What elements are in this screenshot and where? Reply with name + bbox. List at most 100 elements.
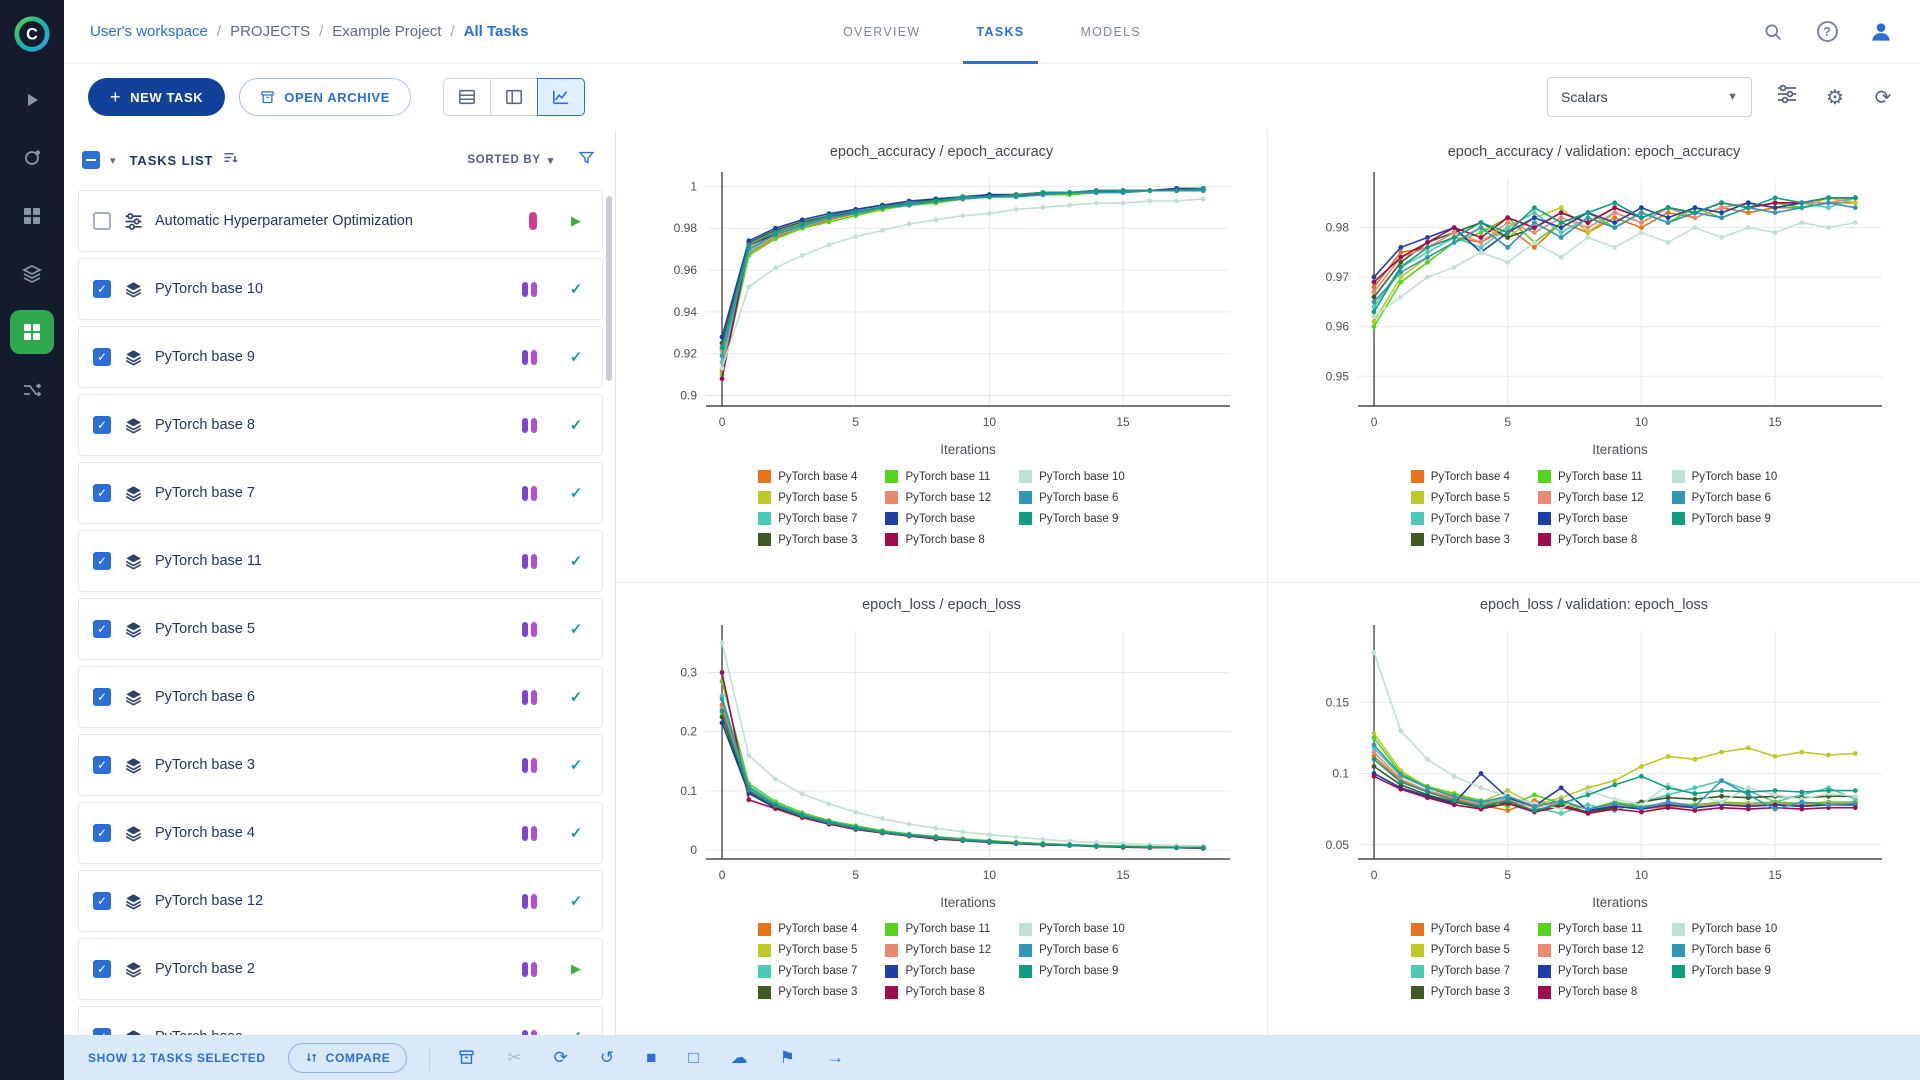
- chart-plot[interactable]: 0 5 10 15 0.05 0.1 0.15 Iterations: [1294, 615, 1894, 915]
- legend-item[interactable]: PyTorch base 12: [885, 487, 991, 508]
- user-avatar[interactable]: [1868, 19, 1894, 45]
- task-checkbox[interactable]: ✓: [93, 620, 111, 638]
- legend-item[interactable]: PyTorch base 12: [885, 940, 991, 961]
- legend-item[interactable]: PyTorch base 5: [758, 487, 857, 508]
- legend-item[interactable]: PyTorch base 12: [1537, 940, 1644, 961]
- chart-view-button[interactable]: [536, 78, 585, 116]
- select-all-caret-icon[interactable]: ▾: [110, 154, 116, 167]
- task-name[interactable]: PyTorch base 4: [155, 825, 509, 841]
- legend-item[interactable]: PyTorch base 9: [1019, 961, 1125, 982]
- legend-item[interactable]: PyTorch base 3: [758, 982, 857, 1003]
- legend-item[interactable]: PyTorch base 3: [1410, 529, 1510, 550]
- task-checkbox[interactable]: ✓: [93, 280, 111, 298]
- legend-item[interactable]: PyTorch base 4: [1410, 466, 1510, 487]
- legend-item[interactable]: PyTorch base 5: [1410, 487, 1510, 508]
- task-name[interactable]: PyTorch base 9: [155, 349, 509, 365]
- legend-item[interactable]: PyTorch base: [885, 961, 991, 982]
- task-checkbox[interactable]: ✓: [93, 824, 111, 842]
- open-archive-button[interactable]: OPEN ARCHIVE: [239, 78, 411, 116]
- tab-overview[interactable]: OVERVIEW: [815, 0, 949, 64]
- legend-item[interactable]: PyTorch base 11: [885, 466, 991, 487]
- legend-item[interactable]: PyTorch base 3: [1410, 982, 1510, 1003]
- task-row[interactable]: ✓ PyTorch base 11 ✓: [78, 530, 603, 592]
- breadcrumb-projects[interactable]: PROJECTS: [230, 23, 310, 40]
- abort-all-children-icon[interactable]: □: [688, 1048, 698, 1068]
- tags-icon[interactable]: ⚑: [780, 1048, 795, 1068]
- task-row[interactable]: ✓ PyTorch base 5 ✓: [78, 598, 603, 660]
- settings-gear-icon[interactable]: ⚙: [1822, 85, 1848, 110]
- task-name[interactable]: PyTorch base 8: [155, 417, 509, 433]
- task-row[interactable]: ✓ PyTorch base 3 ✓: [78, 734, 603, 796]
- task-checkbox[interactable]: ✓: [93, 960, 111, 978]
- legend-item[interactable]: PyTorch base: [885, 508, 991, 529]
- table-view-button[interactable]: [442, 78, 491, 116]
- compare-button[interactable]: COMPARE: [287, 1042, 408, 1073]
- legend-item[interactable]: PyTorch base 5: [758, 940, 857, 961]
- scrollbar-thumb[interactable]: [606, 196, 612, 381]
- breadcrumb-all-tasks[interactable]: All Tasks: [464, 23, 529, 40]
- legend-item[interactable]: PyTorch base 8: [1537, 982, 1644, 1003]
- task-row[interactable]: ✓PyTorch base✓: [78, 1006, 603, 1035]
- plot-settings-icon[interactable]: [1774, 84, 1800, 110]
- nav-datasets-icon[interactable]: [10, 194, 54, 238]
- task-name[interactable]: PyTorch base 7: [155, 485, 509, 501]
- task-row[interactable]: ✓ PyTorch base 6 ✓: [78, 666, 603, 728]
- task-name[interactable]: PyTorch base 6: [155, 689, 509, 705]
- task-name[interactable]: PyTorch base 11: [155, 553, 509, 569]
- legend-item[interactable]: PyTorch base 9: [1671, 961, 1778, 982]
- chart-plot[interactable]: 0 5 10 15 0.9 0.92 0.94 0.96 0.98 1 Iterations: [642, 162, 1242, 462]
- legend-item[interactable]: PyTorch base 8: [1537, 529, 1644, 550]
- legend-item[interactable]: PyTorch base 11: [885, 919, 991, 940]
- nav-pipelines-icon[interactable]: [10, 252, 54, 296]
- breadcrumb-project[interactable]: Example Project: [332, 23, 441, 40]
- legend-item[interactable]: PyTorch base 6: [1671, 940, 1778, 961]
- legend-item[interactable]: PyTorch base 10: [1019, 466, 1125, 487]
- task-row[interactable]: ✓ PyTorch base 10 ✓: [78, 258, 603, 320]
- task-row[interactable]: ✓ PyTorch base 2 ▶: [78, 938, 603, 1000]
- search-icon[interactable]: [1760, 19, 1786, 45]
- tasks-selected-button[interactable]: SHOW 12 TASKS SELECTED: [88, 1051, 266, 1065]
- task-checkbox[interactable]: ✓: [93, 416, 111, 434]
- task-name[interactable]: PyTorch base 2: [155, 961, 509, 977]
- legend-item[interactable]: PyTorch base 9: [1671, 508, 1778, 529]
- move-to-project-icon[interactable]: →: [827, 1048, 844, 1068]
- legend-item[interactable]: PyTorch base: [1537, 961, 1644, 982]
- nav-dashboard-icon[interactable]: [10, 136, 54, 180]
- sort-icon[interactable]: [223, 150, 238, 170]
- task-row[interactable]: ✓ PyTorch base 12 ✓: [78, 870, 603, 932]
- tab-tasks[interactable]: TASKS: [949, 0, 1053, 64]
- legend-item[interactable]: PyTorch base 3: [758, 529, 857, 550]
- legend-item[interactable]: PyTorch base 4: [758, 919, 857, 940]
- task-name[interactable]: PyTorch base 10: [155, 281, 509, 297]
- new-task-button[interactable]: + NEW TASK: [88, 78, 226, 116]
- task-row[interactable]: ✓ PyTorch base 9 ✓: [78, 326, 603, 388]
- legend-item[interactable]: PyTorch base 7: [758, 508, 857, 529]
- sorted-by-dropdown[interactable]: SORTED BY ▾: [467, 154, 554, 167]
- task-checkbox[interactable]: ✓: [93, 688, 111, 706]
- filter-icon[interactable]: [578, 149, 595, 171]
- legend-item[interactable]: PyTorch base: [1537, 508, 1644, 529]
- nav-workers-icon[interactable]: [10, 368, 54, 412]
- legend-item[interactable]: PyTorch base 8: [885, 982, 991, 1003]
- legend-item[interactable]: PyTorch base 11: [1537, 466, 1644, 487]
- task-checkbox[interactable]: ✓: [93, 1028, 111, 1035]
- task-checkbox[interactable]: ✓: [93, 348, 111, 366]
- task-name[interactable]: PyTorch base 5: [155, 621, 509, 637]
- legend-item[interactable]: PyTorch base 8: [885, 529, 991, 550]
- tab-models[interactable]: MODELS: [1052, 0, 1169, 64]
- task-checkbox[interactable]: [93, 212, 111, 230]
- legend-item[interactable]: PyTorch base 10: [1019, 919, 1125, 940]
- legend-item[interactable]: PyTorch base 4: [758, 466, 857, 487]
- legend-item[interactable]: PyTorch base 6: [1019, 940, 1125, 961]
- task-checkbox[interactable]: ✓: [93, 552, 111, 570]
- task-name[interactable]: PyTorch base 3: [155, 757, 509, 773]
- legend-item[interactable]: PyTorch base 9: [1019, 508, 1125, 529]
- auto-refresh-icon[interactable]: ⟳: [1870, 85, 1896, 110]
- clearml-logo[interactable]: C: [10, 12, 54, 56]
- legend-item[interactable]: PyTorch base 10: [1671, 466, 1777, 487]
- legend-item[interactable]: PyTorch base 7: [1410, 961, 1510, 982]
- legend-item[interactable]: PyTorch base 7: [758, 961, 857, 982]
- task-checkbox[interactable]: ✓: [93, 756, 111, 774]
- legend-item[interactable]: PyTorch base 4: [1410, 919, 1510, 940]
- task-row[interactable]: ✓ PyTorch base 8 ✓: [78, 394, 603, 456]
